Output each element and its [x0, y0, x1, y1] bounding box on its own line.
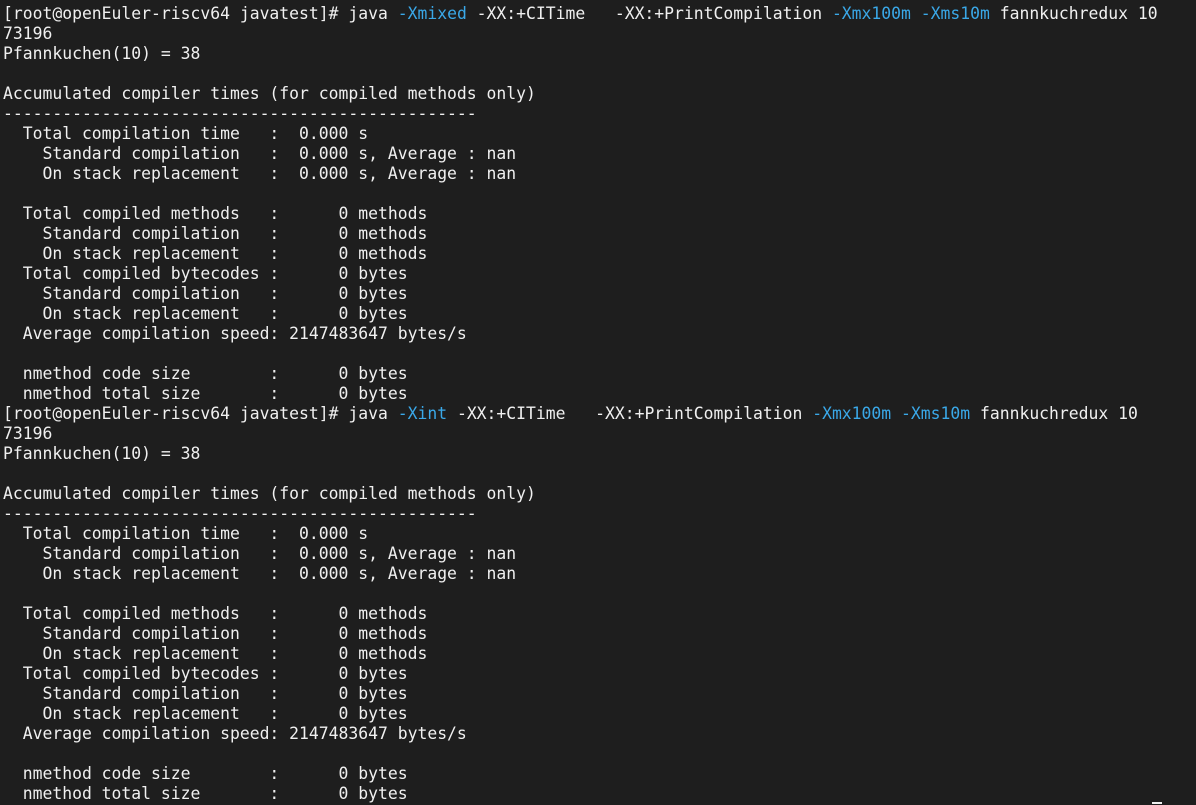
command-line: [root@openEuler-riscv64 javatest]# java …	[3, 404, 1196, 424]
terminal-line: Standard compilation : 0.000 s, Average …	[3, 544, 1196, 564]
terminal-output: [root@openEuler-riscv64 javatest]# java …	[3, 4, 1196, 804]
terminal-text: On stack replacement : 0 bytes	[3, 704, 408, 723]
terminal-text: ----------------------------------------…	[3, 104, 477, 123]
terminal-text: Total compiled methods : 0 methods	[3, 604, 428, 623]
terminal-text: Standard compilation : 0 methods	[3, 224, 428, 243]
terminal-text: Standard compilation : 0 methods	[3, 624, 428, 643]
command-option: -Xms10m	[920, 4, 990, 23]
terminal-line: nmethod code size : 0 bytes	[3, 364, 1196, 384]
terminal-line: Accumulated compiler times (for compiled…	[3, 484, 1196, 504]
terminal-text: Total compilation time : 0.000 s	[3, 524, 369, 543]
terminal-text: Accumulated compiler times (for compiled…	[3, 84, 536, 103]
command-option: -Xmx100m	[831, 4, 911, 23]
terminal-text: On stack replacement : 0 methods	[3, 644, 428, 663]
terminal-text: On stack replacement : 0.000 s, Average …	[3, 564, 517, 583]
terminal-line: Total compiled methods : 0 methods	[3, 204, 1196, 224]
terminal-text: Average compilation speed: 2147483647 by…	[3, 724, 467, 743]
terminal-line: Standard compilation : 0 methods	[3, 224, 1196, 244]
terminal-text: Standard compilation : 0 bytes	[3, 684, 408, 703]
terminal-line: Pfannkuchen(10) = 38	[3, 444, 1196, 464]
terminal-text: 73196	[3, 424, 53, 443]
command-option: -Xmixed	[397, 4, 467, 23]
terminal-text: [root@openEuler-riscv64 javatest]# java	[3, 4, 398, 23]
terminal-text: fannkuchredux 10	[989, 4, 1158, 23]
terminal-line: Standard compilation : 0 bytes	[3, 684, 1196, 704]
terminal-line: Pfannkuchen(10) = 38	[3, 44, 1196, 64]
terminal-line: 73196	[3, 24, 1196, 44]
terminal-line: ----------------------------------------…	[3, 504, 1196, 524]
terminal-line: 73196	[3, 424, 1196, 444]
terminal-line: Accumulated compiler times (for compiled…	[3, 84, 1196, 104]
terminal-text: nmethod total size : 0 bytes	[3, 784, 408, 803]
terminal-line: nmethod code size : 0 bytes	[3, 764, 1196, 784]
terminal-line: Total compilation time : 0.000 s	[3, 124, 1196, 144]
terminal-line: Total compilation time : 0.000 s	[3, 524, 1196, 544]
terminal-line: On stack replacement : 0.000 s, Average …	[3, 164, 1196, 184]
terminal-text: Accumulated compiler times (for compiled…	[3, 484, 536, 503]
command-option: -Xmx100m	[812, 404, 892, 423]
terminal-line: nmethod total size : 0 bytes	[3, 784, 1196, 804]
terminal-text: On stack replacement : 0.000 s, Average …	[3, 164, 517, 183]
terminal-line: Total compiled bytecodes : 0 bytes	[3, 664, 1196, 684]
terminal-text: nmethod code size : 0 bytes	[3, 364, 408, 383]
terminal-line: On stack replacement : 0 methods	[3, 244, 1196, 264]
terminal-text: Total compilation time : 0.000 s	[3, 124, 369, 143]
terminal-text: 73196	[3, 24, 53, 43]
terminal-line: Standard compilation : 0 bytes	[3, 284, 1196, 304]
terminal-line: On stack replacement : 0 bytes	[3, 304, 1196, 324]
terminal-text: [root@openEuler-riscv64 javatest]# java	[3, 404, 398, 423]
terminal-line: On stack replacement : 0 bytes	[3, 704, 1196, 724]
terminal-text: On stack replacement : 0 bytes	[3, 304, 408, 323]
terminal-line: Standard compilation : 0.000 s, Average …	[3, 144, 1196, 164]
terminal-text: Standard compilation : 0 bytes	[3, 284, 408, 303]
terminal-text: Pfannkuchen(10) = 38	[3, 44, 201, 63]
terminal-text: On stack replacement : 0 methods	[3, 244, 428, 263]
terminal-line: Average compilation speed: 2147483647 by…	[3, 324, 1196, 344]
terminal-line: Total compiled bytecodes : 0 bytes	[3, 264, 1196, 284]
terminal-text: Total compiled bytecodes : 0 bytes	[3, 664, 408, 683]
terminal-text: nmethod total size : 0 bytes	[3, 384, 408, 403]
terminal-text: Pfannkuchen(10) = 38	[3, 444, 201, 463]
terminal-line: Average compilation speed: 2147483647 by…	[3, 724, 1196, 744]
terminal-line: On stack replacement : 0 methods	[3, 644, 1196, 664]
terminal-text: fannkuchredux 10	[970, 404, 1138, 423]
command-line: [root@openEuler-riscv64 javatest]# java …	[3, 4, 1196, 24]
terminal-line: ----------------------------------------…	[3, 104, 1196, 124]
terminal-text: Standard compilation : 0.000 s, Average …	[3, 544, 517, 563]
terminal-text: -XX:+CITime -XX:+PrintCompilation	[447, 404, 813, 423]
terminal-text: ----------------------------------------…	[3, 504, 477, 523]
terminal-text: nmethod code size : 0 bytes	[3, 764, 408, 783]
command-option: -Xint	[397, 404, 448, 423]
terminal-text: Average compilation speed: 2147483647 by…	[3, 324, 467, 343]
command-option: -Xms10m	[901, 404, 971, 423]
terminal-text: Total compiled methods : 0 methods	[3, 204, 428, 223]
terminal-window[interactable]: [root@openEuler-riscv64 javatest]# java …	[0, 0, 1196, 805]
terminal-text: Total compiled bytecodes : 0 bytes	[3, 264, 408, 283]
terminal-cursor	[1152, 802, 1162, 804]
terminal-line: On stack replacement : 0.000 s, Average …	[3, 564, 1196, 584]
terminal-text: -XX:+CITime -XX:+PrintCompilation	[466, 4, 832, 23]
terminal-line: nmethod total size : 0 bytes	[3, 384, 1196, 404]
terminal-line: Standard compilation : 0 methods	[3, 624, 1196, 644]
terminal-text: Standard compilation : 0.000 s, Average …	[3, 144, 517, 163]
terminal-line: Total compiled methods : 0 methods	[3, 604, 1196, 624]
